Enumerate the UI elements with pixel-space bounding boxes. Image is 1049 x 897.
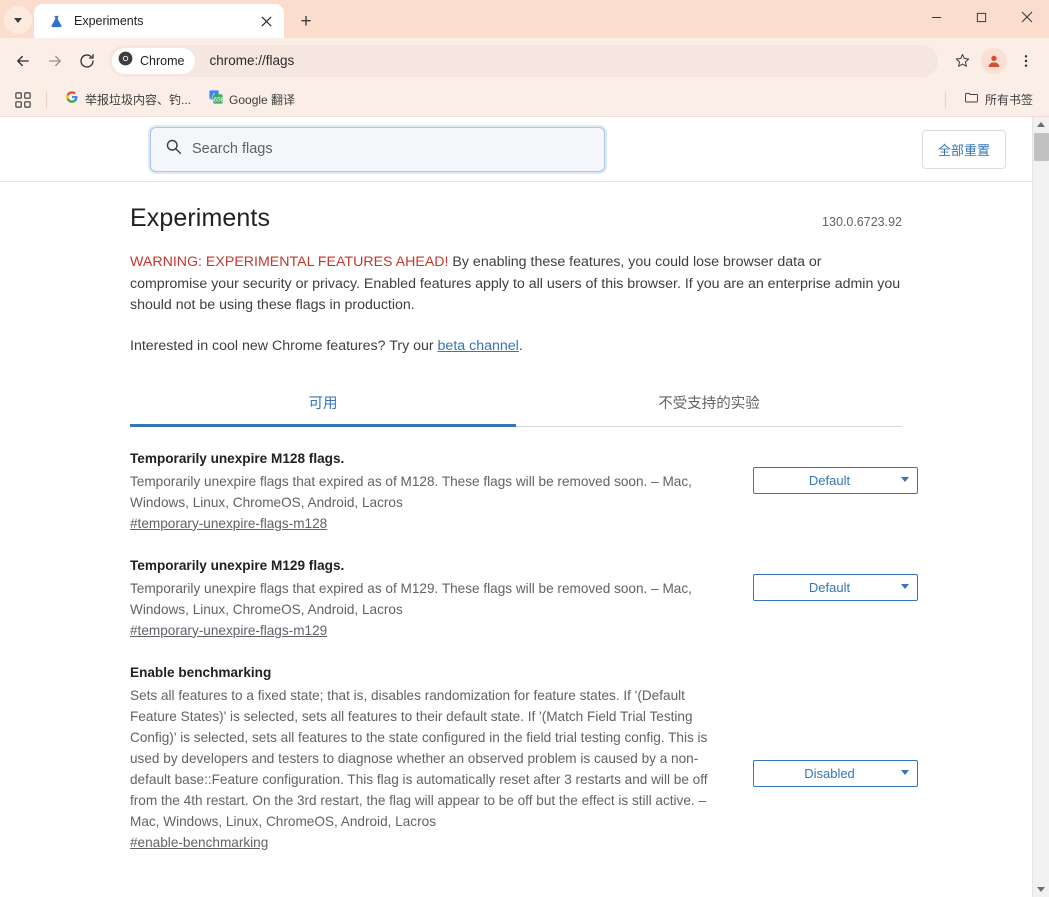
flag-select-m128[interactable]: Default xyxy=(753,466,918,494)
beta-promo-prefix: Interested in cool new Chrome features? … xyxy=(130,337,438,354)
maximize-button[interactable] xyxy=(959,0,1004,34)
title-row: Experiments 130.0.6723.92 xyxy=(130,204,902,233)
flags-inner: Experiments 130.0.6723.92 WARNING: EXPER… xyxy=(130,182,918,858)
page-viewport: 全部重置 Experiments 130.0.6723.92 WARNING: … xyxy=(0,117,1049,897)
profile-avatar-icon[interactable] xyxy=(981,47,1007,74)
browser-toolbar: Chrome chrome://flags xyxy=(0,38,1049,83)
search-icon xyxy=(165,138,182,160)
flag-control: Disabled xyxy=(730,663,918,787)
flags-content: Experiments 130.0.6723.92 WARNING: EXPER… xyxy=(0,182,1032,858)
flags-scroll-region: Experiments 130.0.6723.92 WARNING: EXPER… xyxy=(0,182,1032,897)
bookmark-item-1[interactable]: A \u6587 Google 翻译 xyxy=(201,88,303,112)
flag-row: Temporarily unexpire M129 flags. Tempora… xyxy=(130,539,918,646)
tab-available[interactable]: 可用 xyxy=(130,381,516,427)
google-g-icon xyxy=(65,90,79,109)
flag-description: Sets all features to a fixed state; that… xyxy=(130,687,708,829)
flag-list: Temporarily unexpire M128 flags. Tempora… xyxy=(130,427,918,858)
flag-text-block: Temporarily unexpire M128 flags. Tempora… xyxy=(130,449,730,533)
flag-permalink[interactable]: #temporary-unexpire-flags-m128 xyxy=(130,516,327,531)
beta-channel-link[interactable]: beta channel xyxy=(438,338,519,354)
minimize-button[interactable] xyxy=(914,0,959,34)
forward-button[interactable] xyxy=(40,46,70,76)
flag-name: Enable benchmarking xyxy=(130,664,272,680)
all-bookmarks-label: 所有书签 xyxy=(984,93,1033,107)
scrollbar-thumb[interactable] xyxy=(1034,133,1049,161)
bookmark-item-0[interactable]: 举报垃圾内容、钓... xyxy=(57,88,199,112)
flask-icon xyxy=(48,13,64,29)
omnibox-url-text: chrome://flags xyxy=(209,53,295,68)
tab-strip: Experiments + xyxy=(0,0,1049,38)
search-input[interactable] xyxy=(192,127,592,171)
window-controls xyxy=(914,0,1049,34)
three-dot-menu-icon[interactable] xyxy=(1011,46,1041,76)
chrome-version-label: 130.0.6723.92 xyxy=(822,215,902,229)
google-translate-icon: A \u6587 xyxy=(208,90,228,109)
folder-icon xyxy=(964,90,979,110)
chrome-logo-icon xyxy=(118,51,133,71)
browser-tab-experiments[interactable]: Experiments xyxy=(34,4,284,38)
flag-control: Default xyxy=(730,449,918,494)
flag-description: Temporarily unexpire flags that expired … xyxy=(130,580,692,617)
flag-select-wrapper: Default xyxy=(753,573,918,601)
new-tab-button[interactable]: + xyxy=(292,7,320,35)
all-bookmarks-button[interactable]: 所有书签 xyxy=(956,88,1041,112)
flag-select-enable-benchmarking[interactable]: Disabled xyxy=(753,759,918,787)
flag-select-wrapper: Default xyxy=(753,466,918,494)
flag-row: Temporarily unexpire M128 flags. Tempora… xyxy=(130,432,918,539)
flag-permalink[interactable]: #enable-benchmarking xyxy=(130,835,268,850)
bookmark-label: Google 翻译 xyxy=(229,93,296,107)
flags-tablist: 可用 不受支持的实验 xyxy=(130,381,902,427)
back-button[interactable] xyxy=(8,46,38,76)
tab-search-button[interactable] xyxy=(4,6,32,34)
apps-grid-icon[interactable] xyxy=(10,87,36,113)
reset-all-button[interactable]: 全部重置 xyxy=(921,129,1006,169)
warning-headline: WARNING: EXPERIMENTAL FEATURES AHEAD! xyxy=(130,254,449,270)
flags-search-header: 全部重置 xyxy=(0,117,1032,182)
page-title: Experiments xyxy=(130,204,271,232)
flag-description: Temporarily unexpire flags that expired … xyxy=(130,473,692,510)
flag-control: Default xyxy=(730,556,918,601)
omnibox[interactable]: Chrome chrome://flags xyxy=(109,44,938,77)
flag-row: Enable benchmarking Sets all features to… xyxy=(130,646,918,858)
flag-text-block: Temporarily unexpire M129 flags. Tempora… xyxy=(130,556,730,640)
omnibox-chrome-chip: Chrome xyxy=(112,47,196,74)
bookmark-star-button[interactable] xyxy=(947,46,977,76)
flag-name: Temporarily unexpire M129 flags. xyxy=(130,557,345,573)
beta-promo-suffix: . xyxy=(518,337,523,354)
flag-select-wrapper: Disabled xyxy=(753,759,918,787)
bookmark-divider xyxy=(46,91,47,108)
svg-text:\u6587: \u6587 xyxy=(209,97,223,104)
bookmark-bar: 举报垃圾内容、钓... A \u6587 Google 翻译 所有书签 xyxy=(0,83,1049,117)
flag-name: Temporarily unexpire M128 flags. xyxy=(130,450,345,466)
scroll-down-arrow-icon[interactable] xyxy=(1033,882,1049,897)
close-icon[interactable] xyxy=(256,11,276,31)
flag-text-block: Enable benchmarking Sets all features to… xyxy=(130,663,730,852)
close-window-button[interactable] xyxy=(1004,0,1049,34)
chrome-chip-label: Chrome xyxy=(140,53,185,68)
flag-select-m129[interactable]: Default xyxy=(753,573,918,601)
tab-unsupported[interactable]: 不受支持的实验 xyxy=(516,381,902,426)
search-wrapper xyxy=(150,126,605,172)
experimental-warning: WARNING: EXPERIMENTAL FEATURES AHEAD! By… xyxy=(130,252,902,317)
reload-button[interactable] xyxy=(72,46,102,76)
search-flags-box[interactable] xyxy=(150,126,605,172)
scroll-up-arrow-icon[interactable] xyxy=(1033,117,1049,132)
flags-page: 全部重置 Experiments 130.0.6723.92 WARNING: … xyxy=(0,117,1032,897)
chevron-down-icon xyxy=(14,17,22,23)
bookmark-divider-right xyxy=(944,91,946,108)
page-scrollbar[interactable] xyxy=(1032,117,1049,897)
tab-title: Experiments xyxy=(74,14,144,28)
flag-permalink[interactable]: #temporary-unexpire-flags-m129 xyxy=(130,623,327,638)
beta-channel-promo: Interested in cool new Chrome features? … xyxy=(130,338,902,354)
bookmark-label: 举报垃圾内容、钓... xyxy=(85,93,192,107)
